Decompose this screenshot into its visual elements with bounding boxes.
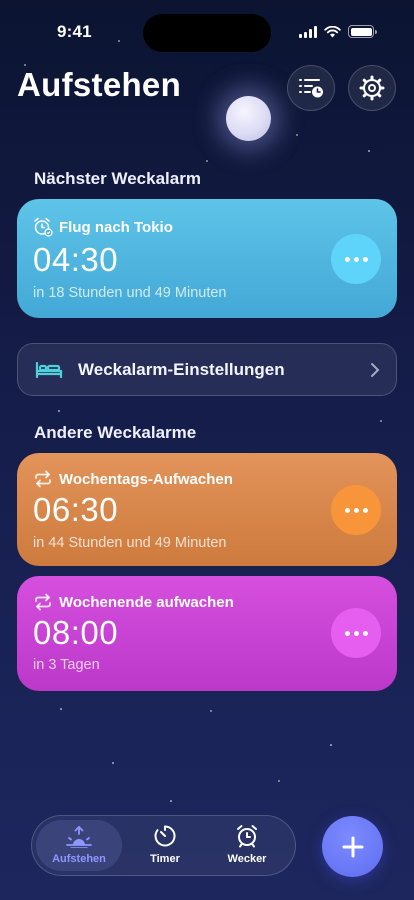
alarm-clock-icon [34,217,53,237]
plus-icon [342,836,363,857]
status-time: 9:41 [57,22,92,41]
alarm-more-button[interactable] [331,608,381,658]
cellular-signal-icon [299,25,317,38]
dot-icon [344,507,350,513]
tab-timer[interactable]: Timer [122,820,208,871]
tab-bar: Aufstehen Timer Wecker [31,815,296,876]
dot-icon [362,507,368,513]
settings-row-label: Weckalarm-Einstellungen [78,359,285,379]
settings-button[interactable] [348,65,396,111]
tab-label: Aufstehen [52,853,106,865]
alarm-card-header: Flug nach Tokio [33,217,173,237]
alarm-label: Flug nach Tokio [59,218,173,236]
tab-aufstehen[interactable]: Aufstehen [36,820,122,871]
alarm-clock-icon [237,825,257,848]
dot-icon [362,630,368,636]
dot-icon [353,256,359,262]
alarm-time: 06:30 [33,491,119,528]
moon-icon [226,96,271,141]
alarm-countdown: in 3 Tagen [33,657,100,673]
alarm-history-button[interactable] [287,65,335,111]
tab-label: Wecker [227,853,267,865]
dot-icon [353,630,359,636]
list-clock-icon [299,79,323,98]
alarm-settings-row[interactable]: Weckalarm-Einstellungen [17,343,397,396]
dot-icon [344,256,350,262]
status-bar: 9:41 [0,0,414,60]
gear-icon [359,75,385,101]
alarm-card-header: Wochentags-Aufwachen [33,470,233,488]
alarm-more-button[interactable] [331,234,381,284]
next-alarm-card[interactable]: Flug nach Tokio 04:30 in 18 Stunden und … [17,199,397,318]
alarm-countdown: in 44 Stunden und 49 Minuten [33,535,227,551]
add-alarm-button[interactable] [322,816,383,877]
wifi-icon [324,25,341,37]
alarm-more-button[interactable] [331,485,381,535]
page-title: Aufstehen [17,66,182,103]
dot-icon [362,256,368,262]
battery-icon [348,25,377,38]
alarm-time: 04:30 [33,241,119,278]
tab-label: Timer [150,853,180,865]
alarm-card-weekday[interactable]: Wochentags-Aufwachen 06:30 in 44 Stunden… [17,453,397,566]
section-title-other-alarms: Andere Weckalarme [34,423,197,442]
alarm-label: Wochenende aufwachen [59,593,234,611]
dot-icon [353,507,359,513]
sunrise-icon [66,826,92,848]
dynamic-island [143,14,271,52]
alarm-label: Wochentags-Aufwachen [59,470,233,488]
chevron-right-icon [371,363,380,377]
alarm-card-weekend[interactable]: Wochenende aufwachen 08:00 in 3 Tagen [17,576,397,691]
alarm-card-header: Wochenende aufwachen [33,593,234,611]
timer-icon [154,825,176,847]
repeat-icon [35,593,51,611]
alarm-time: 08:00 [33,614,119,651]
tab-wecker[interactable]: Wecker [204,820,290,871]
repeat-icon [35,470,51,488]
status-icons [299,25,377,38]
bed-icon [35,361,63,379]
section-title-next-alarm: Nächster Weckalarm [34,169,201,188]
alarm-countdown: in 18 Stunden und 49 Minuten [33,285,227,301]
dot-icon [344,630,350,636]
